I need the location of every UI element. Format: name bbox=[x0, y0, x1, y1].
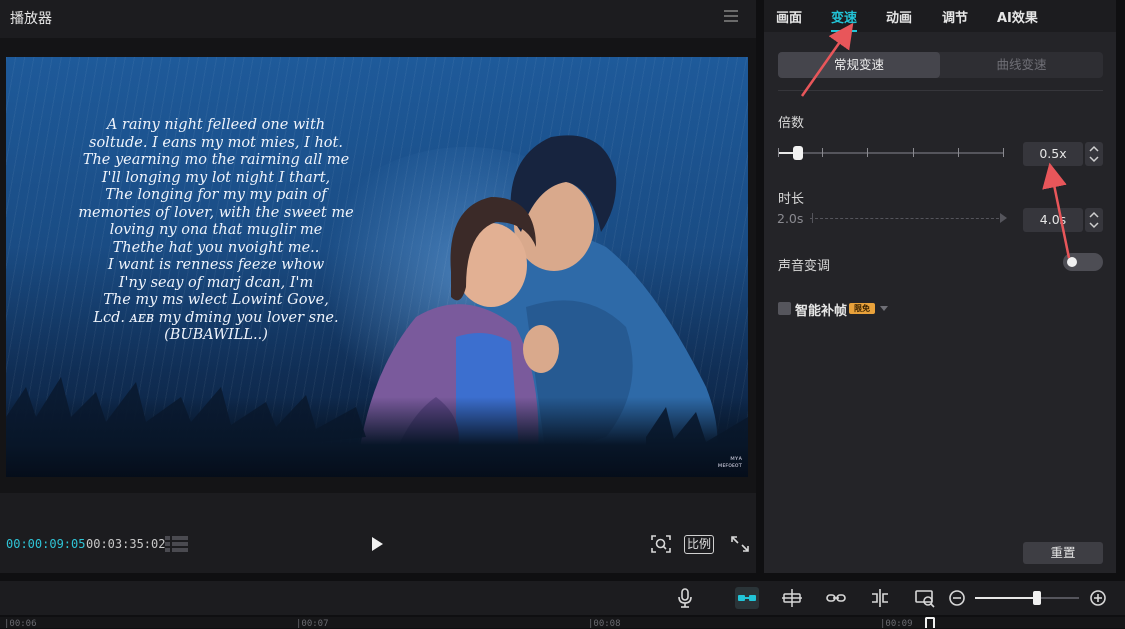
pitch-label: 声音变调 bbox=[778, 259, 831, 274]
chain-link-icon[interactable] bbox=[824, 587, 848, 609]
duration-slider bbox=[810, 218, 1004, 219]
poem-line: The longing for my my pain of bbox=[105, 187, 327, 203]
poem-line: The yearning mo the rairning all me bbox=[82, 152, 350, 168]
poem-line: soltude. I eans my mot mies, I hot. bbox=[89, 134, 343, 151]
zoom-slider-handle[interactable] bbox=[1033, 591, 1041, 605]
list-view-icon[interactable] bbox=[165, 536, 188, 553]
microphone-icon[interactable] bbox=[673, 587, 697, 609]
duration-arrow-icon bbox=[1000, 213, 1007, 223]
smart-frame-label: 智能补帧 bbox=[795, 304, 848, 319]
poem-line: Thethe hat you nvoight me.. bbox=[112, 239, 320, 256]
timeline-ruler[interactable] bbox=[0, 617, 1125, 628]
zoom-in-icon[interactable] bbox=[1087, 587, 1111, 609]
duration-start: 2.0s bbox=[777, 211, 804, 226]
tab-picture[interactable]: 画面 bbox=[776, 7, 802, 26]
preview-zoom-icon[interactable] bbox=[913, 587, 937, 609]
poem-line: Lcd. ᴀᴇʙ my dming you lover sne. bbox=[93, 309, 339, 326]
divider bbox=[778, 90, 1103, 91]
normal-speed-option[interactable]: 常规变速 bbox=[778, 52, 940, 78]
tab-animation[interactable]: 动画 bbox=[886, 7, 912, 26]
multiplier-label: 倍数 bbox=[778, 116, 805, 131]
player-header: 播放器 bbox=[0, 0, 756, 36]
duration-stepper[interactable] bbox=[1085, 208, 1103, 232]
link-clips-icon[interactable] bbox=[735, 587, 759, 609]
speed-mode-toggle: 常规变速 曲线变速 bbox=[778, 52, 1103, 78]
multiplier-input[interactable]: 0.5x bbox=[1023, 142, 1083, 166]
split-icon[interactable] bbox=[868, 587, 892, 609]
poem-text: A rainy night felleed one with soltude. … bbox=[66, 117, 366, 345]
poem-line: A rainy night felleed one with bbox=[106, 117, 326, 133]
tab-adjust[interactable]: 调节 bbox=[942, 7, 968, 26]
reset-button[interactable]: 重置 bbox=[1023, 542, 1103, 564]
watermark: ᴍʏᴀ ᴍᴇꜰᴏᴇᴏᴛ bbox=[717, 455, 742, 469]
play-icon[interactable] bbox=[368, 535, 386, 553]
poem-line: I want is renness feeze whow bbox=[107, 257, 325, 273]
playhead[interactable] bbox=[925, 617, 935, 628]
zoom-slider-fill bbox=[975, 597, 1037, 599]
duration-label: 时长 bbox=[778, 192, 805, 207]
inspector-panel: 画面 变速 动画 调节 AI效果 常规变速 曲线变速 倍数 0.5x 时长 2.… bbox=[764, 0, 1116, 573]
poem-line: The my ms wlect Lowint Gove, bbox=[103, 292, 329, 308]
player-title: 播放器 bbox=[10, 11, 52, 27]
menu-icon[interactable] bbox=[724, 10, 738, 22]
expand-icon[interactable] bbox=[729, 534, 751, 554]
pitch-toggle[interactable] bbox=[1063, 253, 1103, 271]
curve-speed-option[interactable]: 曲线变速 bbox=[940, 52, 1103, 78]
active-tab-indicator bbox=[831, 30, 857, 32]
poem-line: I'ny seay of marj dcan, I'm bbox=[118, 274, 314, 291]
poem-line: memories of lover, with the sweet me bbox=[78, 204, 354, 221]
tab-ai-effects[interactable]: AI效果 bbox=[997, 7, 1038, 26]
multiplier-stepper[interactable] bbox=[1085, 142, 1103, 166]
poem-line: I'll longing my lot night I thart, bbox=[101, 169, 331, 186]
chevron-down-icon[interactable] bbox=[880, 306, 888, 311]
poem-line: (BUBAWILL..) bbox=[164, 327, 268, 343]
duration-input[interactable]: 4.0s bbox=[1023, 208, 1083, 232]
poem-line: loving ny ona that muglir me bbox=[109, 222, 323, 238]
current-time: 00:00:09:05 bbox=[6, 537, 86, 551]
free-badge: 限免 bbox=[849, 303, 875, 314]
tab-speed[interactable]: 变速 bbox=[831, 7, 857, 26]
ratio-button[interactable]: 比例 bbox=[684, 535, 714, 554]
zoom-out-icon[interactable] bbox=[946, 587, 970, 609]
inspector-tabs: 画面 变速 动画 调节 AI效果 bbox=[764, 0, 1116, 32]
speed-slider-handle[interactable] bbox=[793, 146, 803, 160]
toggle-knob bbox=[1067, 257, 1077, 267]
smart-frame-checkbox[interactable] bbox=[778, 302, 791, 315]
split-center-icon[interactable] bbox=[780, 587, 804, 609]
fullscreen-focus-icon[interactable] bbox=[650, 534, 672, 554]
speed-slider[interactable] bbox=[778, 152, 1004, 154]
preview-frame: A rainy night felleed one with soltude. … bbox=[6, 57, 748, 477]
total-time: 00:03:35:02 bbox=[86, 537, 166, 551]
